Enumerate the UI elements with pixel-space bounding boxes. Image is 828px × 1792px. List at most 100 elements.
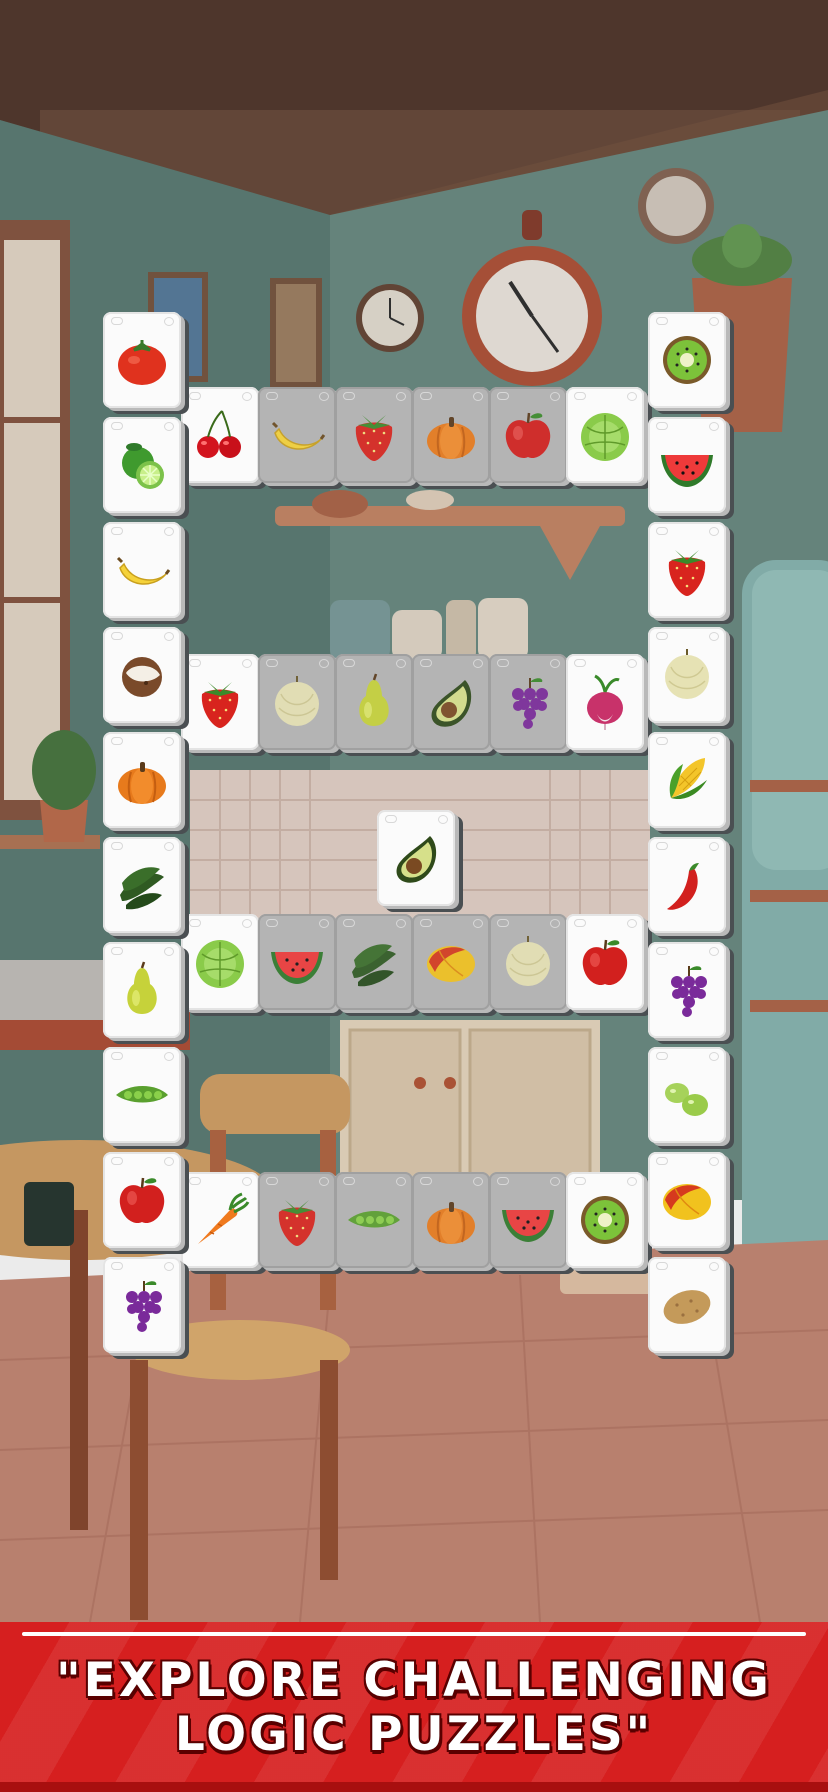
watermelon-icon <box>498 1190 558 1250</box>
peas-icon <box>344 1190 404 1250</box>
tile-face <box>103 942 181 1038</box>
strawberry-icon <box>344 405 404 465</box>
tile-right-column-10-potato[interactable] <box>648 1257 734 1359</box>
tile-face <box>335 387 413 483</box>
tile-face <box>181 387 259 483</box>
tile-row-2-6-radish[interactable] <box>566 654 652 756</box>
tile-left-column-7-pear[interactable] <box>103 942 189 1044</box>
tile-right-column-3-strawberry[interactable] <box>648 522 734 624</box>
coconut-icon <box>112 645 172 705</box>
melon-icon <box>498 932 558 992</box>
pear-icon <box>344 672 404 732</box>
tile-face <box>648 942 726 1038</box>
cucumber-icon <box>112 855 172 915</box>
apple-icon <box>112 1170 172 1230</box>
tile-right-column-1-kiwi[interactable] <box>648 312 734 414</box>
potato-icon <box>657 1275 717 1335</box>
tile-row-2-5-grapes <box>489 654 575 756</box>
peas-icon <box>112 1065 172 1125</box>
tile-face <box>103 837 181 933</box>
tile-face <box>412 654 490 750</box>
tile-left-column-8-peas[interactable] <box>103 1047 189 1149</box>
tile-face <box>648 732 726 828</box>
tile-left-column-5-pumpkin[interactable] <box>103 732 189 834</box>
tile-face <box>103 1152 181 1248</box>
tile-face <box>412 914 490 1010</box>
tile-face <box>648 312 726 408</box>
tile-face <box>181 1172 259 1268</box>
tile-right-column-2-watermelon[interactable] <box>648 417 734 519</box>
tile-face <box>489 654 567 750</box>
tile-row-2-1-strawberry[interactable] <box>181 654 267 756</box>
corn-icon <box>657 750 717 810</box>
tile-right-column-9-mango[interactable] <box>648 1152 734 1254</box>
tile-row-2-3-pear <box>335 654 421 756</box>
melon-icon <box>267 672 327 732</box>
pear-icon <box>112 960 172 1020</box>
tile-row-4-5-watermelon <box>489 1172 575 1274</box>
tile-right-column-5-corn[interactable] <box>648 732 734 834</box>
cabbage-icon <box>575 405 635 465</box>
tile-row-4-3-peas <box>335 1172 421 1274</box>
tile-right-column-7-grapes[interactable] <box>648 942 734 1044</box>
tile-right-column-8-green-grapes[interactable] <box>648 1047 734 1149</box>
tile-face <box>489 1172 567 1268</box>
tile-left-column-9-apple[interactable] <box>103 1152 189 1254</box>
tile-face <box>566 654 644 750</box>
cherry-icon <box>190 405 250 465</box>
watermelon-icon <box>657 435 717 495</box>
tile-face <box>181 914 259 1010</box>
tile-center-1-avocado[interactable] <box>377 810 463 912</box>
tile-face <box>648 837 726 933</box>
tile-right-column-6-chili[interactable] <box>648 837 734 939</box>
tile-row-4-6-kiwi[interactable] <box>566 1172 652 1274</box>
melon-icon <box>657 645 717 705</box>
tile-right-column-4-melon[interactable] <box>648 627 734 729</box>
promo-banner: "EXPLORE CHALLENGING LOGIC PUZZLES" <box>0 1622 828 1792</box>
tile-face <box>648 417 726 513</box>
tile-face <box>566 914 644 1010</box>
pumpkin-icon <box>112 750 172 810</box>
tile-face <box>103 312 181 408</box>
cabbage-icon <box>190 932 250 992</box>
tile-row-4-4-pumpkin <box>412 1172 498 1274</box>
tile-left-column-6-cucumber[interactable] <box>103 837 189 939</box>
mango-icon <box>657 1170 717 1230</box>
lime-icon <box>112 435 172 495</box>
radish-icon <box>575 672 635 732</box>
avocado-icon <box>421 672 481 732</box>
tile-left-column-10-grapes[interactable] <box>103 1257 189 1359</box>
tile-face <box>258 654 336 750</box>
tile-row-3-3-cucumber <box>335 914 421 1016</box>
pumpkin-icon <box>421 1190 481 1250</box>
banner-caption: "EXPLORE CHALLENGING LOGIC PUZZLES" <box>0 1654 828 1762</box>
tile-row-3-1-cabbage[interactable] <box>181 914 267 1016</box>
tile-face <box>181 654 259 750</box>
grapes-icon <box>498 672 558 732</box>
tile-left-column-1-tomato[interactable] <box>103 312 189 414</box>
tile-face <box>335 1172 413 1268</box>
tile-face <box>566 387 644 483</box>
tile-row-1-4-pumpkin <box>412 387 498 489</box>
banner-bottom-line <box>0 1782 828 1792</box>
tile-row-1-6-cabbage[interactable] <box>566 387 652 489</box>
tile-face <box>377 810 455 906</box>
grapes-icon <box>112 1275 172 1335</box>
tile-row-1-1-cherry[interactable] <box>181 387 267 489</box>
tile-left-column-3-banana[interactable] <box>103 522 189 624</box>
tile-left-column-2-lime[interactable] <box>103 417 189 519</box>
cucumber-icon <box>344 932 404 992</box>
tile-face <box>489 387 567 483</box>
tile-face <box>103 417 181 513</box>
tile-face <box>648 1257 726 1353</box>
tile-face <box>103 1047 181 1143</box>
tile-face <box>648 522 726 618</box>
banner-line-1: "EXPLORE CHALLENGING <box>56 1653 772 1708</box>
avocado-icon <box>386 828 446 888</box>
banana-icon <box>112 540 172 600</box>
tile-row-3-6-apple[interactable] <box>566 914 652 1016</box>
apple-icon <box>498 405 558 465</box>
banner-top-line <box>22 1632 806 1636</box>
tile-left-column-4-coconut[interactable] <box>103 627 189 729</box>
tile-row-4-1-carrot[interactable] <box>181 1172 267 1274</box>
